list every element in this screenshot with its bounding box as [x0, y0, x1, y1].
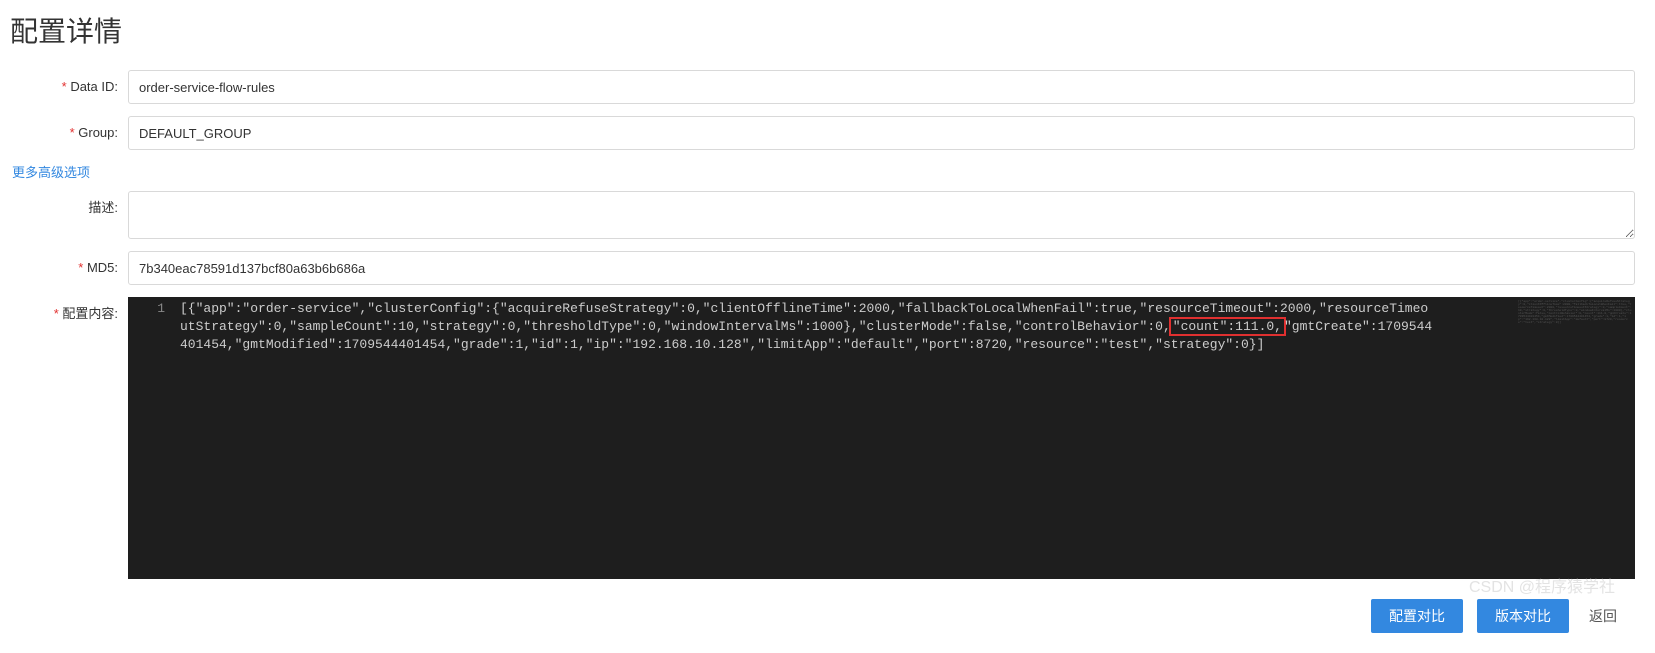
md5-input[interactable]: [128, 251, 1635, 285]
group-input[interactable]: [128, 116, 1635, 150]
footer-actions: 配置对比 版本对比 返回: [10, 599, 1635, 633]
minimap-content: [{"app":"order-service","clusterConfig":…: [1515, 297, 1635, 327]
code-editor[interactable]: 1 [{"app":"order-service","clusterConfig…: [128, 297, 1635, 579]
advanced-options-link[interactable]: 更多高级选项: [12, 162, 90, 181]
config-compare-button[interactable]: 配置对比: [1371, 599, 1463, 633]
code-highlight: "count":111.0,: [1169, 317, 1286, 336]
back-button[interactable]: 返回: [1583, 606, 1623, 626]
group-label: Group:: [10, 116, 128, 150]
content-label: 配置内容:: [10, 297, 128, 331]
desc-label: 描述:: [10, 191, 128, 225]
version-compare-button[interactable]: 版本对比: [1477, 599, 1569, 633]
editor-code[interactable]: [{"app":"order-service","clusterConfig":…: [180, 300, 1635, 354]
editor-gutter: 1: [128, 297, 173, 318]
editor-minimap[interactable]: [{"app":"order-service","clusterConfig":…: [1515, 297, 1635, 579]
desc-textarea[interactable]: [128, 191, 1635, 239]
data-id-label: Data ID:: [10, 70, 128, 104]
md5-label: MD5:: [10, 251, 128, 285]
page-title: 配置详情: [10, 10, 1635, 50]
data-id-input[interactable]: [128, 70, 1635, 104]
